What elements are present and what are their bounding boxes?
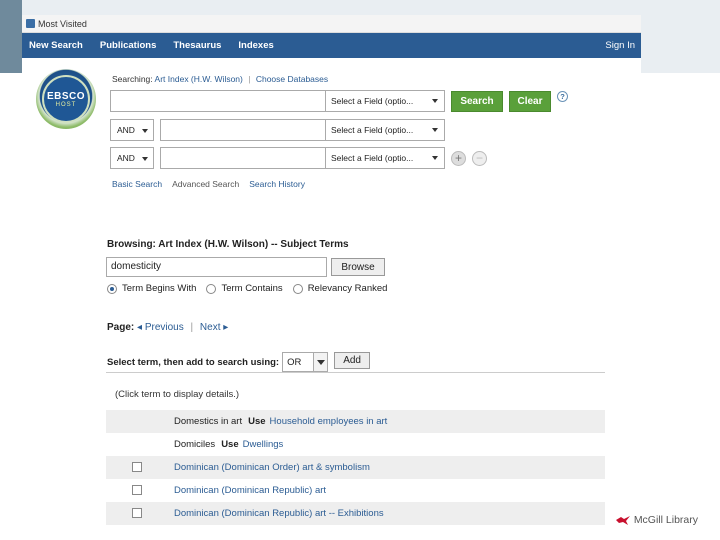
radio-label-relevancy-ranked: Relevancy Ranked [307, 283, 388, 294]
nav-indexes[interactable]: Indexes [238, 40, 273, 51]
search-history-link[interactable]: Search History [249, 179, 305, 189]
browse-button[interactable]: Browse [331, 258, 385, 276]
field-select-1[interactable]: Select a Field (optio... [326, 90, 445, 112]
table-row: Domiciles Use Dwellings [106, 433, 605, 456]
term-link[interactable]: Dominican (Dominican Republic) art [174, 485, 326, 496]
nav-new-search[interactable]: New Search [29, 40, 83, 51]
bookmark-icon [26, 19, 35, 28]
divider [106, 372, 605, 373]
nav-publications[interactable]: Publications [100, 40, 156, 51]
previous-page-link[interactable]: ◂ Previous [137, 322, 184, 333]
browse-input[interactable]: domesticity [106, 257, 327, 277]
logo-text-ebsco: EBSCO [46, 91, 86, 102]
search-row-1: Select a Field (optio... Search Clear ? [110, 90, 568, 112]
clear-button[interactable]: Clear [509, 90, 551, 112]
pager: Page: ◂ Previous | Next ▸ [107, 322, 228, 333]
chevron-down-icon [432, 156, 438, 160]
term-checkbox[interactable] [132, 462, 142, 472]
ebscohost-logo[interactable]: EBSCO HOST [36, 69, 96, 129]
search-input-1[interactable] [110, 90, 326, 112]
ebsco-screenshot: Most Visited New Search Publications The… [22, 15, 641, 200]
pager-divider: | [190, 322, 194, 333]
use-target-link[interactable]: Household employees in art [270, 416, 388, 427]
search-mode-links: Basic Search Advanced Search Search Hist… [112, 179, 305, 189]
search-button[interactable]: Search [451, 90, 503, 112]
terms-list: Domestics in art Use Household employees i… [106, 410, 605, 525]
add-row-icon[interactable]: + [451, 150, 466, 166]
search-input-3[interactable] [160, 147, 326, 169]
select-term-line: Select term, then add to search using: O… [107, 351, 371, 372]
field-select-3[interactable]: Select a Field (optio... [326, 147, 445, 169]
field-select-2[interactable]: Select a Field (optio... [326, 119, 445, 141]
chevron-down-icon [313, 353, 328, 371]
radio-label-term-begins-with: Term Begins With [122, 283, 197, 294]
next-page-link[interactable]: Next ▸ [200, 322, 228, 333]
browse-options: Term Begins With Term Contains Relevancy… [107, 283, 397, 294]
chevron-down-icon [142, 129, 148, 133]
add-button[interactable]: Add [334, 351, 371, 369]
mcgill-library-logo: McGill Library [615, 514, 698, 526]
bool-select-2[interactable]: AND [110, 119, 154, 141]
radio-term-contains[interactable] [206, 283, 217, 294]
radio-relevancy-ranked[interactable] [292, 283, 303, 294]
click-hint: (Click term to display details.) [115, 389, 240, 400]
pager-label: Page: [107, 322, 135, 333]
mcgill-library-text: McGill Library [633, 514, 698, 526]
radio-label-term-contains: Term Contains [221, 283, 283, 294]
bool-select-2-value: AND [117, 125, 135, 135]
advanced-search-link[interactable]: Advanced Search [172, 179, 239, 189]
use-label: Use [221, 439, 239, 450]
remove-row-icon[interactable]: − [472, 150, 487, 166]
searching-database: Art Index (H.W. Wilson) [154, 74, 243, 84]
table-row: Dominican (Dominican Republic) art [106, 479, 605, 502]
search-input-2[interactable] [160, 119, 326, 141]
table-row: Dominican (Dominican Republic) art -- Ex… [106, 502, 605, 525]
searching-line: Searching: Art Index (H.W. Wilson) | Cho… [112, 74, 328, 84]
separator: | [248, 74, 251, 84]
table-row: Dominican (Dominican Order) art & symbol… [106, 456, 605, 479]
search-row-3: AND Select a Field (optio... + − [110, 147, 487, 169]
term-checkbox[interactable] [132, 485, 142, 495]
field-select-1-value: Select a Field (optio... [331, 96, 414, 106]
choose-databases-link[interactable]: Choose Databases [256, 74, 328, 84]
term-cell: Domiciles Use Dwellings [174, 439, 283, 450]
table-row: Domestics in art Use Household employees i… [106, 410, 605, 433]
term-text: Domestics in art [174, 416, 243, 427]
radio-term-begins-with[interactable] [107, 283, 117, 294]
field-select-3-value: Select a Field (optio... [331, 153, 414, 163]
operator-select[interactable]: OR [282, 352, 329, 372]
use-target-link[interactable]: Dwellings [243, 439, 284, 450]
most-visited-link[interactable]: Most Visited [38, 19, 87, 29]
search-row-2: AND Select a Field (optio... [110, 119, 445, 141]
background-accent [0, 0, 22, 73]
term-text: Domiciles [174, 439, 216, 450]
chevron-down-icon [432, 99, 438, 103]
term-cell: Domestics in art Use Household employees i… [174, 416, 387, 427]
field-select-2-value: Select a Field (optio... [331, 125, 414, 135]
bookmarks-bar: Most Visited [22, 15, 641, 33]
term-checkbox[interactable] [132, 508, 142, 518]
help-icon[interactable]: ? [557, 90, 568, 102]
select-term-label: Select term, then add to search using: [107, 356, 280, 368]
term-link[interactable]: Dominican (Dominican Republic) art -- Ex… [174, 508, 384, 519]
chevron-down-icon [432, 128, 438, 132]
browse-title: Browsing: Art Index (H.W. Wilson) -- Sub… [107, 239, 349, 250]
term-link[interactable]: Dominican (Dominican Order) art & symbol… [174, 462, 370, 473]
basic-search-link[interactable]: Basic Search [112, 179, 162, 189]
operator-select-value: OR [287, 356, 302, 368]
searching-label: Searching: [112, 74, 153, 84]
slide: Most Visited New Search Publications The… [0, 0, 720, 540]
nav-thesaurus[interactable]: Thesaurus [173, 40, 221, 51]
top-nav: New Search Publications Thesaurus Indexe… [22, 33, 641, 58]
bool-select-3[interactable]: AND [110, 147, 154, 169]
chevron-down-icon [142, 157, 148, 161]
sign-in-link[interactable]: Sign In [605, 40, 635, 51]
use-label: Use [248, 416, 266, 427]
martlet-bird-icon [615, 516, 630, 525]
logo-text-host: HOST [55, 102, 77, 108]
bool-select-3-value: AND [117, 153, 135, 163]
